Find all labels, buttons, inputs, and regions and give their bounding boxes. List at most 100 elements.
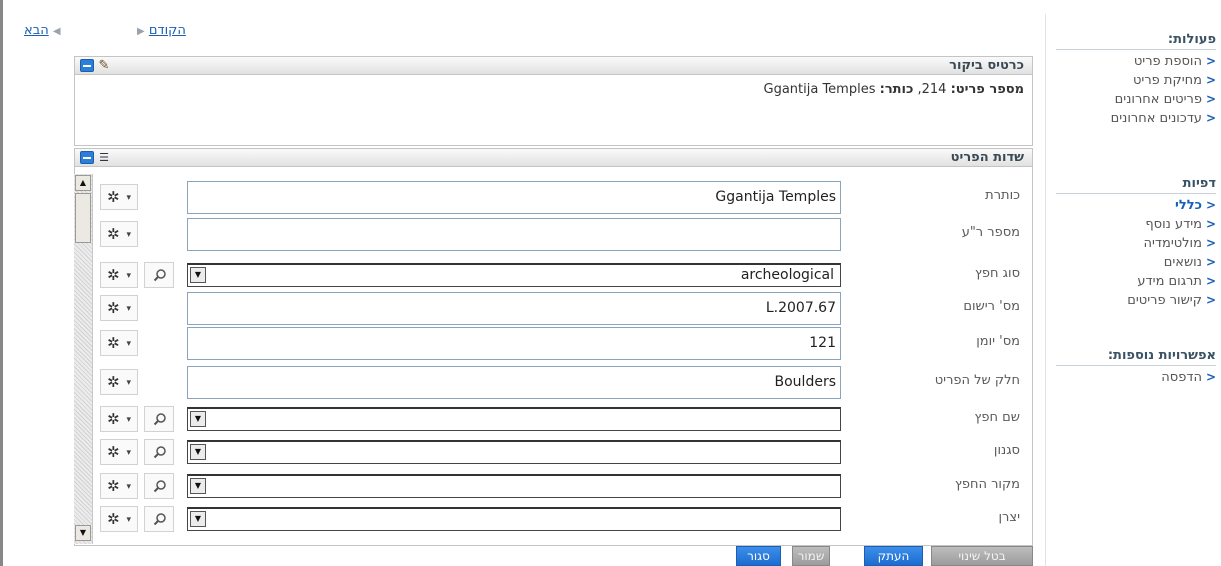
sidebar-item-multimedia[interactable]: <מולטימדיה — [1056, 234, 1217, 253]
scroll-up-icon[interactable]: ▲ — [75, 175, 91, 191]
field-search-button[interactable] — [144, 406, 174, 432]
card-panel-body: מספר פריט: 214, כותר: Ggantija Temples — [74, 74, 1033, 146]
triangle-left-icon: ◀ — [52, 26, 61, 37]
sidebar-item-topics[interactable]: <נושאים — [1056, 253, 1216, 272]
gear-icon: ✲ — [107, 266, 120, 284]
chevron-icon: < — [1205, 92, 1216, 106]
sidebar-item-label: הוספת פריט — [1133, 54, 1202, 69]
field-label: סוג חפץ — [974, 266, 1020, 281]
field-options-button[interactable]: ✲ ▾ — [100, 221, 138, 247]
field-select[interactable]: ▼ — [187, 474, 841, 498]
sidebar-item-label: מידע נוסף — [1145, 217, 1202, 232]
fields-panel-title: שדות הפריט — [950, 150, 1024, 165]
chevron-icon: < — [1205, 217, 1216, 231]
sidebar-item-more-info[interactable]: <מידע נוסף — [1056, 215, 1216, 234]
triangle-down-icon[interactable]: ▼ — [190, 267, 206, 283]
title-value: Ggantija Temples — [763, 82, 876, 97]
scroll-thumb[interactable] — [75, 193, 91, 243]
sidebar-item-add[interactable]: <הוספת פריט — [1056, 52, 1216, 71]
field-input[interactable] — [187, 218, 841, 251]
magnifier-icon — [153, 269, 166, 282]
copy-button[interactable]: העתק — [864, 546, 923, 566]
sidebar-item-linking[interactable]: <קישור פריטים — [1056, 291, 1216, 310]
chevron-down-icon: ▾ — [126, 448, 131, 458]
close-button[interactable]: סגור — [736, 546, 781, 566]
field-options-button[interactable]: ✲ ▾ — [100, 406, 138, 432]
tree-list-icon[interactable]: ☰ — [97, 151, 111, 164]
pages-heading: דפיות — [1056, 176, 1216, 194]
field-options-button[interactable]: ✲ ▾ — [100, 506, 138, 532]
magnifier-icon — [153, 446, 166, 459]
field-search-button[interactable] — [144, 506, 174, 532]
triangle-down-icon[interactable]: ▼ — [190, 411, 206, 427]
scroll-down-icon[interactable]: ▼ — [75, 525, 91, 541]
sidebar-item-print[interactable]: <הדפסה — [1056, 368, 1216, 387]
chevron-down-icon: ▾ — [126, 193, 131, 203]
pages-section: דפיות <כללי <מידע נוסף <מולטימדיה <נושאי… — [1056, 176, 1216, 310]
chevron-down-icon: ▾ — [126, 230, 131, 240]
field-select[interactable]: ▼ — [187, 407, 841, 431]
field-input[interactable]: Boulders — [187, 366, 841, 399]
chevron-down-icon: ▾ — [126, 515, 131, 525]
more-options-section: אפשרויות נוספות: <הדפסה — [1056, 348, 1216, 387]
cancel-changes-button[interactable]: בטל שינוי — [931, 546, 1033, 566]
field-select[interactable]: ▼ archeological — [187, 263, 841, 287]
field-options-button[interactable]: ✲ ▾ — [100, 473, 138, 499]
next-link[interactable]: הבא — [24, 23, 49, 38]
field-input[interactable]: 121 — [187, 327, 841, 360]
field-label: מס' רישום — [963, 299, 1020, 314]
chevron-down-icon: ▾ — [126, 304, 131, 314]
field-options-button[interactable]: ✲ ▾ — [100, 184, 138, 210]
item-number-label: מספר פריט: — [950, 82, 1024, 97]
collapse-icon[interactable] — [80, 151, 94, 164]
pencil-icon[interactable]: ✎ — [97, 59, 111, 72]
field-input[interactable]: L.2007.67 — [187, 292, 841, 325]
save-button[interactable]: שמור — [792, 546, 830, 566]
field-search-button[interactable] — [144, 439, 174, 465]
vertical-scrollbar[interactable]: ▲ ▼ — [74, 174, 93, 544]
gear-icon: ✲ — [107, 188, 120, 206]
gear-icon: ✲ — [107, 510, 120, 528]
sidebar-item-recent-items[interactable]: <פריטים אחרונים — [1056, 90, 1216, 109]
more-options-heading: אפשרויות נוספות: — [1056, 348, 1216, 366]
gear-icon: ✲ — [107, 299, 120, 317]
field-label: כותרת — [985, 188, 1020, 203]
magnifier-icon — [153, 513, 166, 526]
field-search-button[interactable] — [144, 473, 174, 499]
triangle-down-icon[interactable]: ▼ — [190, 478, 206, 494]
triangle-down-icon[interactable]: ▼ — [190, 511, 206, 527]
left-border — [0, 0, 3, 566]
sidebar-item-translation[interactable]: <תרגום מידע — [1056, 272, 1216, 291]
sidebar-item-general[interactable]: <כללי — [1056, 196, 1216, 215]
sidebar-item-label: נושאים — [1163, 255, 1202, 270]
next-nav[interactable]: הבא ◀ — [24, 23, 61, 38]
prev-link[interactable]: הקודם — [149, 23, 186, 38]
chevron-icon: < — [1205, 73, 1216, 87]
item-number-value: 214 — [921, 82, 947, 97]
prev-nav[interactable]: ▶ הקודם — [137, 23, 186, 38]
field-options-button[interactable]: ✲ ▾ — [100, 330, 138, 356]
field-search-button[interactable] — [144, 262, 174, 288]
sidebar-item-label: קישור פריטים — [1127, 293, 1202, 308]
gear-icon: ✲ — [107, 477, 120, 495]
field-label: מס' יומן — [976, 334, 1020, 349]
field-select[interactable]: ▼ — [187, 507, 841, 531]
sidebar-item-recent-updates[interactable]: <עדכונים אחרונים — [1056, 109, 1216, 128]
field-options-button[interactable]: ✲ ▾ — [100, 262, 138, 288]
chevron-icon: < — [1205, 370, 1216, 384]
field-options-button[interactable]: ✲ ▾ — [100, 295, 138, 321]
field-input[interactable]: Ggantija Temples — [187, 181, 841, 214]
sidebar-item-delete[interactable]: <מחיקת פריט — [1056, 71, 1216, 90]
fields-panel-header: ☰ שדות הפריט — [74, 148, 1033, 167]
field-label: יצרן — [998, 510, 1021, 525]
triangle-down-icon[interactable]: ▼ — [190, 444, 206, 460]
field-label: סגנון — [993, 443, 1020, 458]
field-label: שם חפץ — [974, 410, 1020, 425]
chevron-icon: < — [1205, 293, 1216, 307]
field-options-button[interactable]: ✲ ▾ — [100, 439, 138, 465]
collapse-icon[interactable] — [80, 59, 94, 72]
field-select[interactable]: ▼ — [187, 440, 841, 464]
field-options-button[interactable]: ✲ ▾ — [100, 369, 138, 395]
title-label: כותר: — [879, 82, 914, 97]
chevron-icon: < — [1205, 274, 1216, 288]
